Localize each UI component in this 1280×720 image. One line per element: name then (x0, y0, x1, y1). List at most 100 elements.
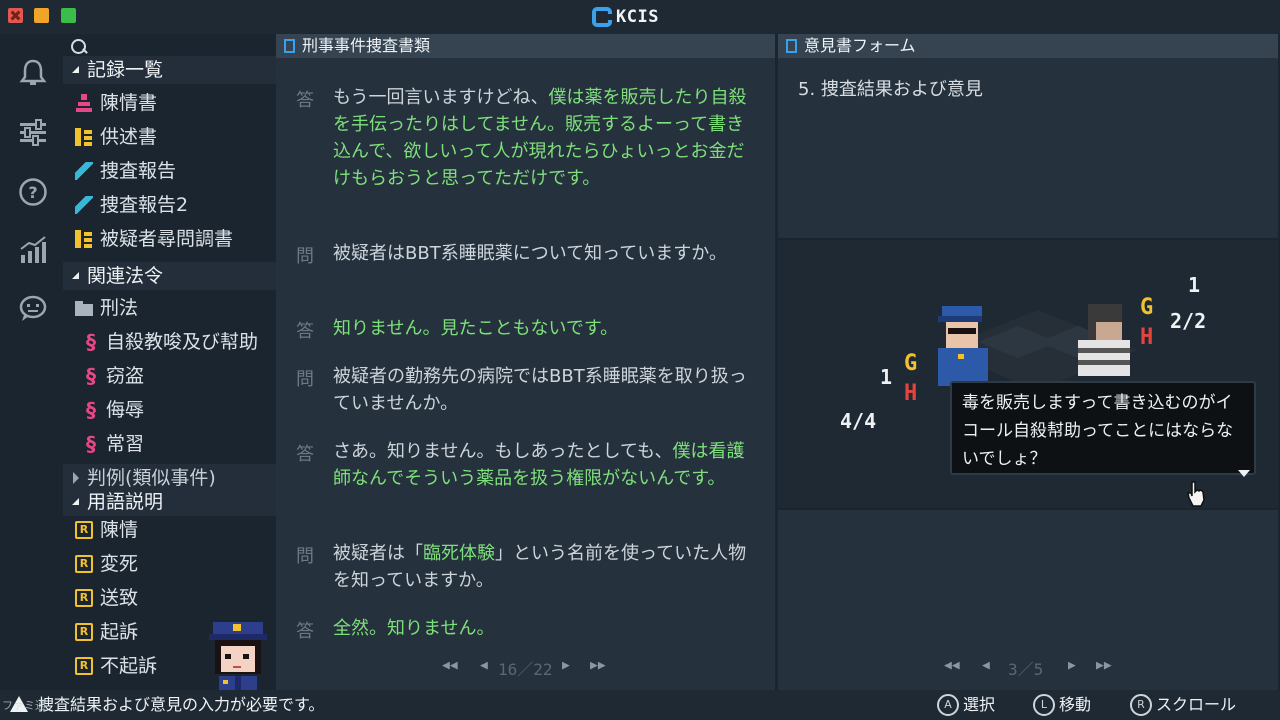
question-tag: 問 (296, 546, 314, 567)
highlighted-text[interactable]: 全然。知りません。 (333, 615, 753, 642)
next-page-icon[interactable]: ▶ (562, 658, 570, 673)
sidebar-item-law-habitual[interactable]: § 常習 (63, 427, 276, 461)
minimize-window-button[interactable] (34, 8, 49, 23)
search-icon[interactable] (71, 39, 89, 57)
plain-text: さあ。知りません。もしあったとしても、 (333, 441, 673, 462)
section-label: 関連法令 (87, 265, 164, 287)
continue-arrow-icon[interactable] (1238, 470, 1250, 477)
sidebar-item-statement[interactable]: 供述書 (63, 120, 276, 154)
panel-title: 意見書フォーム (804, 36, 916, 55)
prev-page-icon[interactable]: ◀ (982, 658, 990, 673)
sidebar-item-law-suicide-assist[interactable]: § 自殺教唆及び幇助 (63, 325, 276, 359)
scene-number-1: 1 (880, 365, 892, 389)
sidebar-item-label: 陳情 (100, 519, 139, 541)
svg-text:?: ? (28, 183, 37, 202)
section-mark-icon: § (86, 398, 96, 422)
sidebar-item-label: 陳情書 (100, 92, 158, 114)
answer-tag: 答 (296, 444, 314, 465)
term-icon: R (75, 657, 93, 675)
sidebar-item-investigation-report-2[interactable]: 捜査報告2 (63, 188, 276, 222)
sidebar-item-label: 捜査報告2 (100, 194, 189, 216)
file-icon (786, 39, 797, 53)
page-indicator: 16／22 (498, 660, 553, 679)
sidebar-item-label: 自殺教唆及び幇助 (106, 331, 259, 353)
question-tag: 問 (296, 369, 314, 390)
opinion-form-section: 5. 捜査結果および意見 (778, 58, 1278, 238)
hint-move: L 移動 (1033, 694, 1091, 716)
scene-fraction-b: 2/2 (1170, 309, 1206, 333)
sidebar-item-label: 供述書 (100, 126, 158, 148)
file-icon (284, 39, 295, 53)
sidebar-item-label: 常習 (106, 433, 145, 455)
close-window-button[interactable] (8, 8, 23, 23)
a-button-icon: A (937, 694, 959, 716)
hint-select: A 選択 (937, 694, 995, 716)
entry-text: 被疑者の勤務先の病院ではBBT系睡眠薬を取り扱っていませんか。 (333, 366, 747, 414)
stats-chart-icon[interactable] (18, 235, 48, 265)
interrogation-transcript[interactable]: 答 もう一回言いますけどね、僕は薬を販売したり自殺を手伝ったりはしてません。販売… (276, 58, 775, 690)
sidebar-item-law-insult[interactable]: § 侮辱 (63, 393, 276, 427)
help-icon[interactable]: ? (18, 177, 48, 207)
last-page-icon[interactable]: ▶▶ (1096, 658, 1112, 673)
sidebar-item-petition[interactable]: 陳情書 (63, 86, 276, 120)
settings-sliders-icon[interactable] (18, 117, 48, 147)
sidebar-item-interrogation-record[interactable]: 被疑者尋問調書 (63, 222, 276, 256)
folder-icon (75, 299, 93, 317)
sidebar-item-label: 送致 (100, 587, 139, 609)
sidebar-item-term-petition[interactable]: R 陳情 (63, 513, 276, 547)
prev-page-icon[interactable]: ◀ (480, 658, 488, 673)
next-page-icon[interactable]: ▶ (1068, 658, 1076, 673)
first-page-icon[interactable]: ◀◀ (944, 658, 960, 673)
form-pager: ◀◀ ◀ 3／5 ▶ ▶▶ (944, 658, 1114, 679)
sidebar-item-label: 変死 (100, 553, 139, 575)
first-page-icon[interactable]: ◀◀ (442, 658, 458, 673)
document-icon (75, 230, 93, 248)
section-mark-icon: § (86, 330, 96, 354)
chat-face-icon[interactable] (18, 293, 48, 323)
kcis-logo-icon (592, 7, 613, 27)
scene-label-h: H (904, 381, 917, 406)
last-page-icon[interactable]: ▶▶ (590, 658, 606, 673)
panel-title: 刑事事件捜査書類 (302, 36, 431, 55)
app-title: KCIS (616, 7, 659, 27)
hint-label: 移動 (1059, 695, 1092, 714)
hint-label: 選択 (963, 695, 996, 714)
documents-panel-header: 刑事事件捜査書類 (276, 34, 775, 58)
dialogue-tooltip: 毒を販売しますって書き込むのがイコール自殺幇助ってことにはならないでしょ？ (950, 381, 1256, 475)
opinion-form-lower: ◀◀ ◀ 3／5 ▶ ▶▶ (778, 510, 1278, 690)
scene-label-g-2: G (1140, 295, 1153, 320)
status-message: 捜査結果および意見の入力が必要です。 (38, 695, 325, 714)
entry-text: もう一回言いますけどね、僕は薬を販売したり自殺を手伝ったりはしてません。販売する… (333, 84, 753, 192)
section-mark-icon: § (86, 432, 96, 456)
sidebar-item-label: 捜査報告 (100, 160, 177, 182)
status-bar: 捜査結果および意見の入力が必要です。 A 選択 L 移動 R スクロール (0, 690, 1280, 720)
section-records-list[interactable]: 記録一覧 (63, 56, 276, 84)
entry-text: 被疑者はBBT系睡眠薬について知っていますか。 (333, 243, 727, 264)
title-bar: KCIS (0, 0, 1280, 34)
sidebar-item-term-unnatural-death[interactable]: R 変死 (63, 547, 276, 581)
sidebar-item-label: 起訴 (100, 621, 139, 643)
maximize-window-button[interactable] (61, 8, 76, 23)
sidebar-item-term-referral[interactable]: R 送致 (63, 581, 276, 615)
sidebar-item-criminal-law-folder[interactable]: 刑法 (63, 291, 276, 325)
plain-text: もう一回言いますけどね、 (333, 87, 549, 108)
sidebar-item-law-theft[interactable]: § 窃盗 (63, 359, 276, 393)
section-label: 判例(類似事件) (87, 467, 216, 489)
bell-icon[interactable] (18, 58, 48, 88)
highlighted-text[interactable]: 臨死体験 (423, 543, 495, 564)
sidebar-item-label: 窃盗 (106, 365, 145, 387)
section-related-laws[interactable]: 関連法令 (63, 262, 276, 290)
term-icon: R (75, 623, 93, 641)
pen-icon (75, 196, 93, 214)
answer-tag: 答 (296, 621, 314, 642)
sidebar-item-investigation-report[interactable]: 捜査報告 (63, 154, 276, 188)
term-icon: R (75, 589, 93, 607)
section-glossary[interactable]: 用語説明 (63, 488, 276, 516)
highlighted-text[interactable]: 知りません。見たこともないです。 (333, 315, 753, 342)
entry-text: さあ。知りません。もしあったとしても、僕は看護師なんでそういう薬品を扱う権限がな… (333, 438, 753, 492)
folder-label: 刑法 (100, 297, 139, 319)
records-sidebar: 記録一覧 陳情書 供述書 捜査報告 捜査報告2 被疑者尋問調書 関連法令 刑法 … (63, 34, 276, 690)
sidebar-item-label: 被疑者尋問調書 (100, 228, 234, 250)
hint-label: スクロール (1156, 695, 1237, 714)
document-icon (75, 128, 93, 146)
